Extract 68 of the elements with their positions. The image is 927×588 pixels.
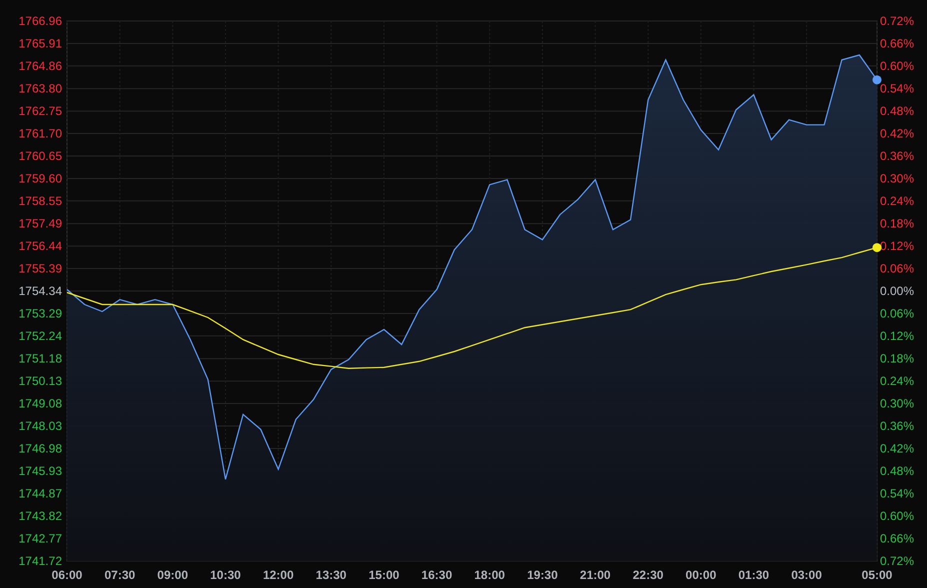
- end-point-marker: [872, 243, 882, 252]
- axis-tick-label: 1759.60: [18, 171, 62, 186]
- axis-tick-label: 19:30: [527, 568, 558, 582]
- axis-tick-label: 05:00: [862, 568, 892, 582]
- axis-tick-label: 22:30: [632, 568, 664, 582]
- axis-tick-label: 0.30%: [880, 171, 914, 186]
- axis-tick-label: 03:00: [791, 568, 822, 582]
- axis-tick-label: 0.72%: [880, 554, 914, 568]
- axis-tick-label: 0.72%: [880, 14, 914, 28]
- axis-tick-label: 18:00: [474, 568, 505, 582]
- axis-tick-label: 0.48%: [880, 464, 914, 478]
- axis-tick-label: 0.24%: [880, 374, 914, 388]
- axis-tick-label: 1742.77: [18, 532, 62, 546]
- axis-tick-label: 21:00: [580, 568, 611, 582]
- axis-tick-label: 1743.82: [18, 509, 62, 524]
- axis-tick-label: 1758.55: [18, 194, 62, 208]
- axis-tick-label: 1748.03: [18, 419, 62, 433]
- axis-tick-label: 0.18%: [880, 352, 914, 366]
- axis-tick-label: 0.42%: [880, 441, 914, 456]
- axis-tick-label: 1753.29: [18, 306, 62, 320]
- axis-tick-label: 0.36%: [880, 419, 914, 433]
- axis-tick-label: 1751.18: [18, 352, 62, 366]
- axis-tick-label: 0.36%: [880, 149, 914, 163]
- axis-tick-label: 0.66%: [880, 532, 914, 546]
- axis-tick-label: 1752.24: [18, 328, 62, 343]
- axis-tick-label: 1750.13: [18, 374, 62, 388]
- axis-tick-label: 06:00: [52, 568, 82, 582]
- axis-tick-label: 0.18%: [880, 216, 914, 231]
- axis-tick-label: 1741.72: [18, 554, 62, 568]
- axis-tick-label: 1762.75: [18, 104, 62, 118]
- axis-tick-label: 1745.93: [18, 464, 62, 478]
- axis-tick-label: 0.60%: [880, 58, 914, 73]
- axis-tick-label: 1757.49: [18, 216, 62, 231]
- axis-tick-label: 1756.44: [18, 239, 62, 254]
- axis-tick-label: 1760.65: [18, 149, 62, 163]
- axis-tick-label: 07:30: [104, 568, 136, 582]
- axis-tick-label: 0.00%: [880, 284, 914, 298]
- axis-tick-label: 10:30: [210, 568, 241, 582]
- axis-tick-label: 00:00: [686, 568, 716, 582]
- axis-tick-label: 12:00: [262, 568, 294, 582]
- axis-tick-label: 1755.39: [18, 262, 62, 276]
- axis-tick-label: 09:00: [157, 568, 188, 582]
- axis-tick-label: 1763.80: [18, 82, 62, 96]
- axis-tick-label: 0.06%: [880, 262, 914, 276]
- axis-tick-label: 0.06%: [880, 306, 914, 320]
- axis-tick-label: 1764.86: [18, 58, 62, 73]
- axis-tick-label: 1749.08: [18, 396, 62, 411]
- axis-tick-label: 0.24%: [880, 194, 914, 208]
- axis-tick-label: 1744.87: [18, 486, 62, 501]
- axis-tick-label: 0.54%: [880, 486, 914, 501]
- axis-tick-label: 1746.98: [18, 441, 62, 456]
- axis-tick-label: 13:30: [316, 568, 346, 582]
- axis-tick-label: 0.30%: [880, 396, 914, 411]
- axis-tick-label: 16:30: [421, 568, 452, 582]
- axis-tick-label: 0.48%: [880, 104, 914, 118]
- axis-tick-label: 0.12%: [880, 239, 914, 254]
- axis-tick-label: 1766.96: [18, 14, 62, 28]
- axis-tick-label: 1765.91: [18, 36, 62, 50]
- axis-tick-label: 0.60%: [880, 509, 914, 524]
- axis-tick-label: 1761.70: [18, 126, 62, 141]
- axis-tick-label: 0.54%: [880, 82, 914, 96]
- axis-tick-label: 01:30: [738, 568, 770, 582]
- end-point-marker: [872, 75, 882, 84]
- axis-tick-label: 0.42%: [880, 126, 914, 141]
- axis-tick-label: 0.66%: [880, 36, 914, 50]
- axis-tick-label: 0.12%: [880, 328, 914, 343]
- axis-tick-label: 1754.34: [18, 284, 62, 298]
- axis-tick-label: 15:00: [368, 568, 400, 582]
